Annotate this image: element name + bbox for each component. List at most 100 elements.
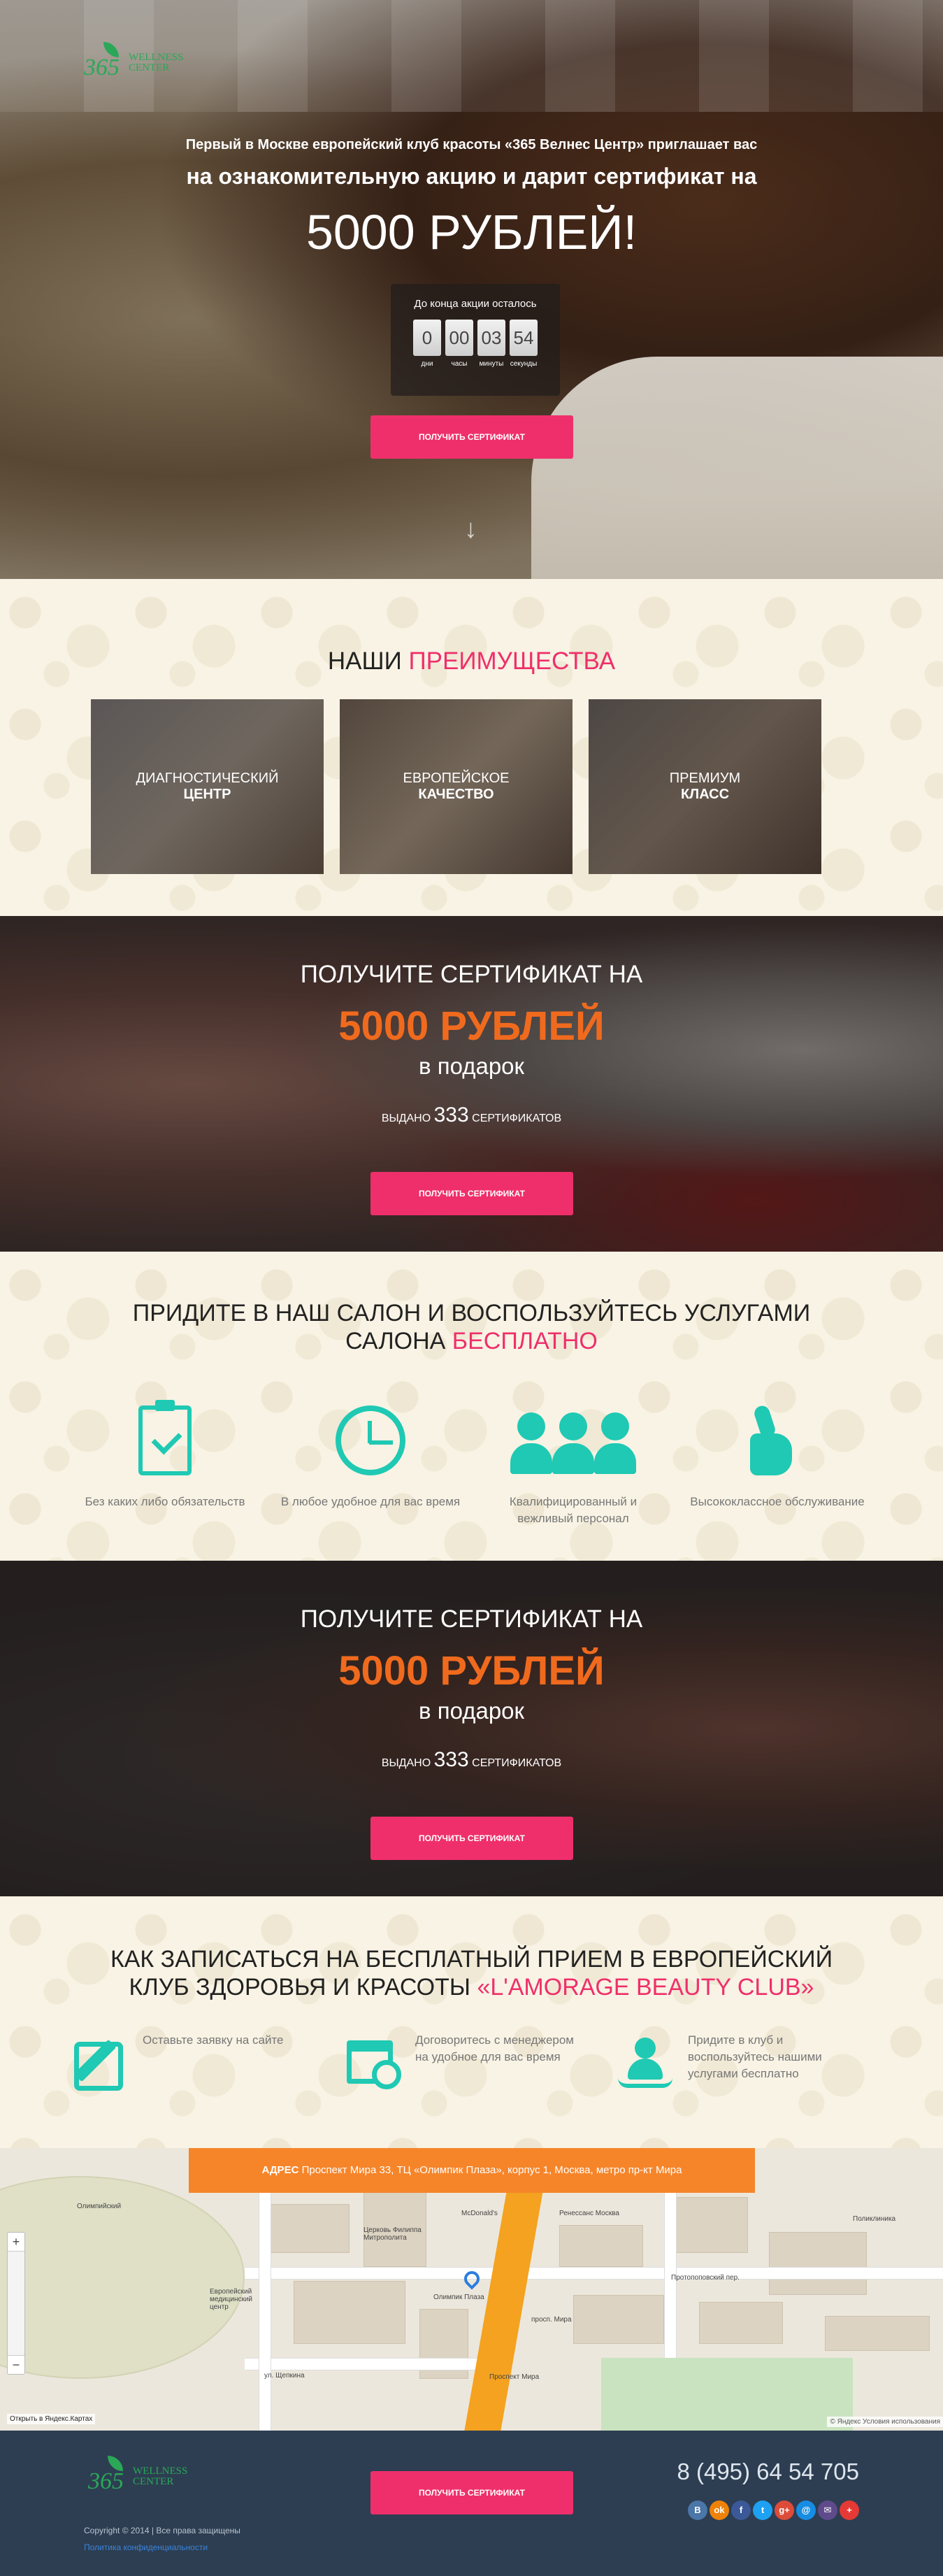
advantage-card-line2: ЦЕНТР (183, 787, 231, 802)
advantage-card-quality: ЕВРОПЕЙСКОЕ КАЧЕСТВО (340, 699, 573, 874)
facebook-icon[interactable]: f (731, 2500, 751, 2520)
map-building (266, 2204, 350, 2253)
map-building (294, 2281, 405, 2344)
address-label: АДРЕС (261, 2164, 299, 2176)
logo-text: Wellness Center (129, 52, 183, 73)
map-zoom-control[interactable]: + − (7, 2232, 25, 2375)
feature-text: В любое удобное для вас время (280, 1495, 461, 1508)
countdown-hours: 00 часы (445, 320, 473, 368)
scroll-down-arrow-icon[interactable]: ↓ (464, 515, 477, 545)
free-services-title-line1: ПРИДИТЕ В НАШ САЛОН И ВОСПОЛЬЗУЙТЕСЬ УСЛ… (132, 1300, 811, 1326)
advantage-card-line1: ЕВРОПЕЙСКОЕ (403, 771, 510, 786)
map-building (769, 2232, 867, 2295)
map-stadium-area (0, 2176, 245, 2379)
map-label-center: Европейский медицинский центр (210, 2288, 253, 2311)
logo-line2: Center (133, 2476, 174, 2487)
map-label-street2: просп. Мира (531, 2316, 572, 2324)
advantages-title-plain: НАШИ (327, 647, 402, 675)
map-terms-link[interactable]: © Яндекс Условия использования (827, 2417, 943, 2427)
issued-prefix: ВЫДАНО (381, 1757, 431, 1769)
logo-line1: Wellness (129, 52, 184, 63)
countdown-seconds-value: 54 (510, 320, 538, 356)
get-certificate-button[interactable]: Получить сертификат (370, 1172, 573, 1215)
mail-ru-icon[interactable]: @ (796, 2500, 816, 2520)
map-label-street3: Протопоповский пер. (671, 2274, 740, 2282)
step-submit-request: Оставьте заявку на сайте (70, 2032, 303, 2092)
issued-suffix: СЕРТИФИКАТОВ (472, 1757, 562, 1769)
map-label-metro: Проспект Мира (489, 2373, 540, 2381)
how-to-section: КАК ЗАПИСАТЬСЯ НА БЕСПЛАТНЫЙ ПРИЕМ В ЕВР… (0, 1896, 943, 2148)
advantages-title: НАШИ ПРЕИМУЩЕСТВА (0, 647, 943, 675)
copyright: Copyright © 2014 | Все права защищены (84, 2526, 240, 2535)
issued-prefix: ВЫДАНО (381, 1112, 431, 1124)
free-services-section: ПРИДИТЕ В НАШ САЛОН И ВОСПОЛЬЗУЙТЕСЬ УСЛ… (0, 1252, 943, 1561)
map-building (699, 2302, 783, 2344)
issued-suffix: СЕРТИФИКАТОВ (472, 1112, 562, 1124)
clock-icon (332, 1405, 409, 1482)
logo[interactable]: 365 Wellness Center (84, 42, 183, 84)
get-certificate-button[interactable]: Получить сертификат (370, 1817, 573, 1860)
address-bar: АДРЕС Проспект Мира 33, ТЦ «Олимпик Плаз… (189, 2148, 755, 2193)
certificate-issued: ВЫДАНО 333 СЕРТИФИКАТОВ (0, 1748, 943, 1772)
how-to-title-accent: «L'AMORAGE BEAUTY CLUB» (477, 1974, 814, 2001)
step-visit-club: Придите в клуб и воспользуйтесь нашими у… (615, 2032, 849, 2092)
footer: 365 Wellness Center Copyright © 2014 | В… (0, 2431, 943, 2576)
logo-line2: Center (129, 62, 170, 73)
advantage-card-line2: КЛАСС (680, 787, 730, 802)
logo-mark: 365 (84, 42, 124, 84)
spa-icon (615, 2032, 675, 2092)
privacy-policy-link[interactable]: Политика конфиденциальности (84, 2542, 208, 2552)
email-icon[interactable]: ✉ (818, 2500, 837, 2520)
clipboard-check-icon (127, 1400, 203, 1482)
feature-any-time: В любое удобное для вас время (280, 1405, 461, 1510)
advantages-title-accent: ПРЕИМУЩЕСТВА (408, 647, 616, 675)
advantages-section: НАШИ ПРЕИМУЩЕСТВА ДИАГНОСТИЧЕСКИЙ ЦЕНТР … (0, 579, 943, 916)
map-label-mcd: McDonald's (461, 2210, 498, 2217)
team-icon (510, 1405, 636, 1482)
advantage-card-diagnostic: ДИАГНОСТИЧЕСКИЙ ЦЕНТР (91, 699, 324, 874)
certificate-section-2: ПОЛУЧИТЕ СЕРТИФИКАТ НА 5000 РУБЛЕЙ в под… (0, 1561, 943, 1896)
open-in-yandex-link[interactable]: Открыть в Яндекс.Картах (7, 2414, 96, 2424)
countdown-hours-value: 00 (445, 320, 473, 356)
how-to-title: КАК ЗАПИСАТЬСЯ НА БЕСПЛАТНЫЙ ПРИЕМ В ЕВР… (0, 1945, 943, 2001)
google-plus-icon[interactable]: g+ (775, 2500, 794, 2520)
hero-section: 365 Wellness Center Первый в Москве евро… (0, 0, 943, 579)
advantage-card-line1: ПРЕМИУМ (669, 771, 741, 786)
certificate-gift: в подарок (419, 1053, 524, 1079)
phone-number[interactable]: 8 (495) 64 54 705 (677, 2459, 859, 2485)
vk-icon[interactable]: B (688, 2500, 707, 2520)
step-text: Договоритесь с менеджером на удобное для… (415, 2033, 574, 2063)
zoom-in-button[interactable]: + (8, 2233, 24, 2251)
logo-mark: 365 (88, 2456, 129, 2498)
step-arrange-time: Договоритесь с менеджером на удобное для… (343, 2032, 576, 2092)
get-certificate-button[interactable]: Получить сертификат (370, 2471, 573, 2514)
map-label-polyclinic: Поликлиника (853, 2215, 896, 2223)
certificate-heading: ПОЛУЧИТЕ СЕРТИФИКАТ НА (300, 1605, 643, 1633)
countdown-days: 0 дни (413, 320, 441, 368)
countdown-seconds: 54 секунды (510, 320, 538, 368)
countdown-minutes-label: минуты (479, 360, 504, 368)
map-park-area (601, 2358, 853, 2431)
twitter-icon[interactable]: t (753, 2500, 772, 2520)
how-to-title-line2: КЛУБ ЗДОРОВЬЯ И КРАСОТЫ «L'AMORAGE BEAUT… (0, 1973, 943, 2001)
footer-logo[interactable]: 365 Wellness Center (88, 2456, 187, 2498)
certificate-heading: ПОЛУЧИТЕ СЕРТИФИКАТ НА (300, 961, 643, 988)
map-road (245, 2267, 943, 2280)
map-section[interactable]: Олимпийский Европейский медицинский цент… (0, 2148, 943, 2431)
edit-icon (70, 2032, 130, 2092)
odnoklassniki-icon[interactable]: ok (710, 2500, 729, 2520)
more-icon[interactable]: + (840, 2500, 859, 2520)
hero-background-desk (531, 357, 943, 579)
hero-subtitle: Первый в Москве европейский клуб красоты… (185, 137, 758, 152)
thumbs-up-icon (739, 1405, 816, 1482)
countdown-days-value: 0 (413, 320, 441, 356)
feature-text: Высококлассное обслуживание (690, 1495, 865, 1508)
certificate-amount: 5000 РУБЛЕЙ (338, 1648, 605, 1694)
zoom-slider[interactable] (8, 2251, 24, 2356)
calendar-clock-icon (343, 2032, 403, 2092)
free-services-title-accent: БЕСПЛАТНО (452, 1328, 598, 1354)
get-certificate-button[interactable]: Получить сертификат (370, 415, 573, 459)
zoom-out-button[interactable]: − (8, 2356, 24, 2374)
free-services-title-plain: САЛОНА (345, 1328, 446, 1354)
logo-number: 365 (88, 2468, 124, 2494)
